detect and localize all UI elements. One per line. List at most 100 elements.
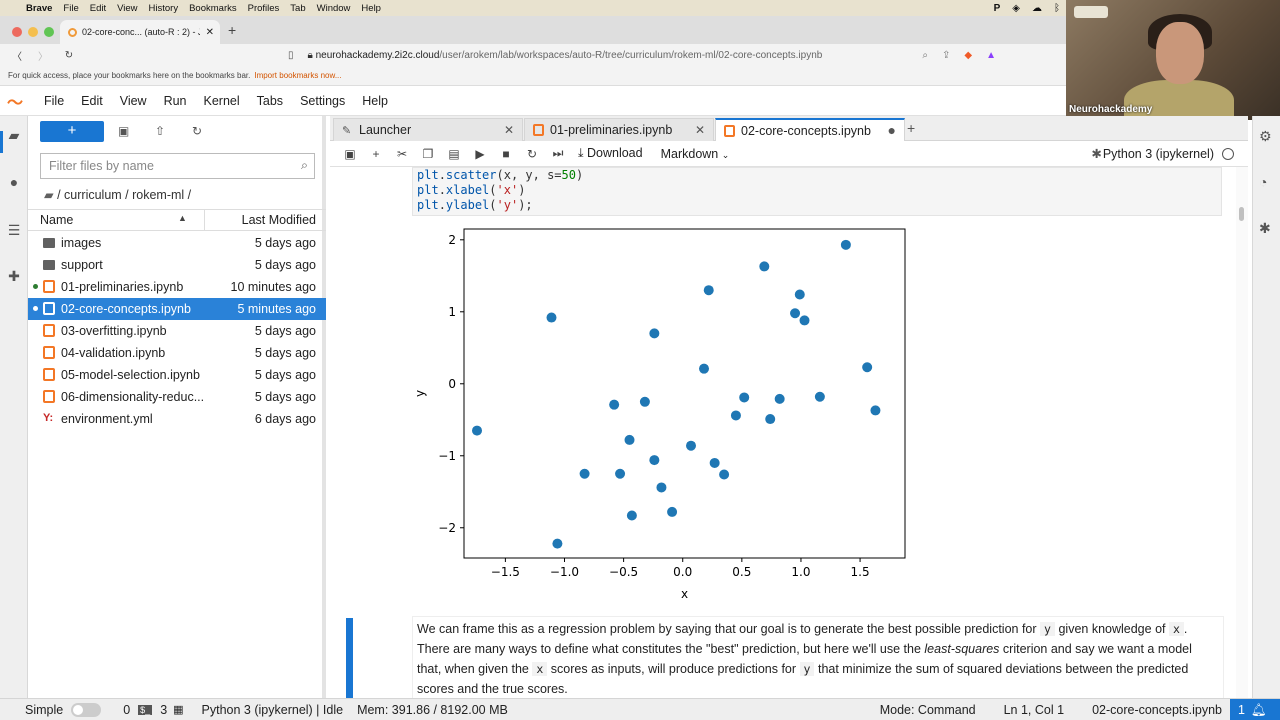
tab-launcher[interactable]: ✎ Launcher ✕ xyxy=(333,118,523,141)
forward-icon[interactable]: 〉 xyxy=(34,48,52,63)
column-modified-header[interactable]: Last Modified xyxy=(242,213,316,227)
kernel-indicator[interactable]: Python 3 (ipykernel) xyxy=(1103,147,1234,161)
file-row[interactable]: Y: environment.yml 6 days ago xyxy=(28,408,326,430)
menu-edit[interactable]: Edit xyxy=(90,3,106,14)
gauge-icon[interactable]: ◔ xyxy=(1259,174,1267,190)
run-icon[interactable]: ▶ xyxy=(474,147,486,161)
jmenu-view[interactable]: View xyxy=(120,94,147,108)
jmenu-edit[interactable]: Edit xyxy=(81,94,103,108)
scatter-point xyxy=(626,510,637,521)
close-tab-icon[interactable]: ✕ xyxy=(206,27,214,38)
menu-profiles[interactable]: Profiles xyxy=(248,3,280,14)
cut-icon[interactable]: ✂ xyxy=(396,147,408,161)
copy-icon[interactable]: ❐ xyxy=(422,147,434,161)
tab-02-core-concepts[interactable]: 02-core-concepts.ipynb ● xyxy=(715,118,905,142)
kernel-status[interactable]: Python 3 (ipykernel) | Idle xyxy=(202,703,344,717)
file-name: 06-dimensionality-reduc... xyxy=(61,390,205,404)
unsaved-dot-icon[interactable]: ● xyxy=(888,122,896,138)
upload-icon[interactable]: ⇧ xyxy=(155,124,165,138)
terminals-count[interactable]: 0 xyxy=(123,703,130,717)
menu-brave[interactable]: Brave xyxy=(26,3,52,14)
download-button[interactable]: ⤓ Download xyxy=(578,146,643,161)
extension-icon[interactable]: ✚ xyxy=(6,268,22,284)
menu-help[interactable]: Help xyxy=(361,3,381,14)
kernels-count[interactable]: 3 xyxy=(160,703,167,717)
insert-cell-icon[interactable]: + xyxy=(370,147,382,161)
property-inspector-icon[interactable]: ⚙ xyxy=(1259,128,1272,145)
notebook-scrollbar[interactable] xyxy=(1236,167,1248,698)
new-tab-button[interactable]: + xyxy=(228,22,236,38)
refresh-icon[interactable]: ↻ xyxy=(192,124,202,138)
close-tab-icon[interactable]: ✕ xyxy=(504,123,514,137)
notifications-button[interactable]: 1 🔔︎ xyxy=(1230,699,1280,720)
jupyter-logo-icon: 〜 xyxy=(7,94,24,112)
jmenu-help[interactable]: Help xyxy=(362,94,388,108)
close-window-button[interactable] xyxy=(12,27,22,37)
jmenu-kernel[interactable]: Kernel xyxy=(204,94,240,108)
bookmark-icon[interactable]: ▯ xyxy=(288,50,294,61)
terminal-icon: $_ xyxy=(138,704,153,715)
file-row[interactable]: 06-dimensionality-reduc... 5 days ago xyxy=(28,386,326,408)
reload-icon[interactable]: ↻ xyxy=(60,50,78,61)
file-row[interactable]: 01-preliminaries.ipynb 10 minutes ago xyxy=(28,276,326,298)
restart-icon[interactable]: ↻ xyxy=(526,147,538,161)
jmenu-file[interactable]: File xyxy=(44,94,64,108)
menu-window[interactable]: Window xyxy=(317,3,351,14)
save-icon[interactable]: ▣ xyxy=(344,147,356,161)
cursor-position[interactable]: Ln 1, Col 1 xyxy=(1004,703,1064,717)
run-all-icon[interactable]: ⏭ xyxy=(552,146,564,161)
toc-icon[interactable]: ☰ xyxy=(6,222,22,238)
column-name-header[interactable]: Name xyxy=(40,213,73,227)
zoom-window-button[interactable] xyxy=(44,27,54,37)
jmenu-settings[interactable]: Settings xyxy=(300,94,345,108)
cell-type-select[interactable]: Markdown ⌄ xyxy=(661,147,730,161)
menu-history[interactable]: History xyxy=(149,3,179,14)
share-icon[interactable]: ⇪ xyxy=(942,50,950,61)
close-tab-icon[interactable]: ✕ xyxy=(695,123,705,137)
notebook-icon xyxy=(724,125,735,137)
markdown-cell[interactable]: We can frame this as a regression proble… xyxy=(412,616,1224,698)
browser-tab[interactable]: 02-core-conc... (auto-R : 2) - J ✕ xyxy=(60,20,220,44)
shield-icon[interactable]: ◈ xyxy=(1012,3,1020,14)
new-folder-icon[interactable]: ▣ xyxy=(118,124,129,138)
file-row[interactable]: 04-validation.ipynb 5 days ago xyxy=(28,342,326,364)
url-field[interactable]: 🔒︎ neurohackademy.2i2c.cloud/user/arokem… xyxy=(308,50,823,61)
file-row[interactable]: support 5 days ago xyxy=(28,254,326,276)
debugger-icon[interactable]: ✱ xyxy=(1259,220,1271,237)
p-icon[interactable]: P xyxy=(994,3,1001,14)
notebook-icon xyxy=(43,280,55,293)
jmenu-tabs[interactable]: Tabs xyxy=(257,94,283,108)
bluetooth-icon[interactable]: ᛒ xyxy=(1054,3,1060,14)
import-bookmarks-link[interactable]: Import bookmarks now... xyxy=(254,71,341,80)
new-launcher-button[interactable]: + xyxy=(40,121,104,142)
tab-01-preliminaries[interactable]: 01-preliminaries.ipynb ✕ xyxy=(524,118,714,141)
file-row[interactable]: 03-overfitting.ipynb 5 days ago xyxy=(28,320,326,342)
menu-bookmarks[interactable]: Bookmarks xyxy=(189,3,237,14)
file-row[interactable]: 05-model-selection.ipynb 5 days ago xyxy=(28,364,326,386)
stop-icon[interactable]: ■ xyxy=(500,147,512,161)
cloud-icon[interactable]: ☁ xyxy=(1032,3,1042,14)
minimize-window-button[interactable] xyxy=(28,27,38,37)
menu-view[interactable]: View xyxy=(117,3,137,14)
menu-file[interactable]: File xyxy=(63,3,78,14)
file-row[interactable]: 02-core-concepts.ipynb 5 minutes ago xyxy=(28,298,326,320)
file-row[interactable]: images 5 days ago xyxy=(28,232,326,254)
jmenu-run[interactable]: Run xyxy=(164,94,187,108)
add-tab-button[interactable]: + xyxy=(907,120,915,136)
brave-shield-icon[interactable]: ◆ xyxy=(964,50,972,61)
zoom-icon[interactable]: ⌕ xyxy=(922,50,928,61)
debugger-icon[interactable]: ✱ xyxy=(1092,146,1102,161)
running-icon[interactable]: ● xyxy=(6,174,22,190)
folder-icon[interactable]: ▰ xyxy=(6,127,22,143)
download-label: Download xyxy=(587,146,643,160)
back-icon[interactable]: 〈 xyxy=(8,48,26,63)
simple-mode-toggle[interactable] xyxy=(71,702,102,717)
breadcrumb[interactable]: ▰ / curriculum / rokem-ml / xyxy=(44,187,191,202)
menu-tab[interactable]: Tab xyxy=(290,3,305,14)
brave-rewards-icon[interactable]: ▲ xyxy=(986,50,996,61)
scrollbar-thumb[interactable] xyxy=(1239,207,1244,221)
x-tick-label: 0.0 xyxy=(673,565,692,579)
filter-files-input[interactable]: Filter files by name ⌕ xyxy=(40,153,315,179)
paste-icon[interactable]: ▤ xyxy=(448,147,460,161)
code-cell[interactable]: plt.scatter(x, y, s=50) plt.xlabel('x') … xyxy=(412,167,1222,216)
